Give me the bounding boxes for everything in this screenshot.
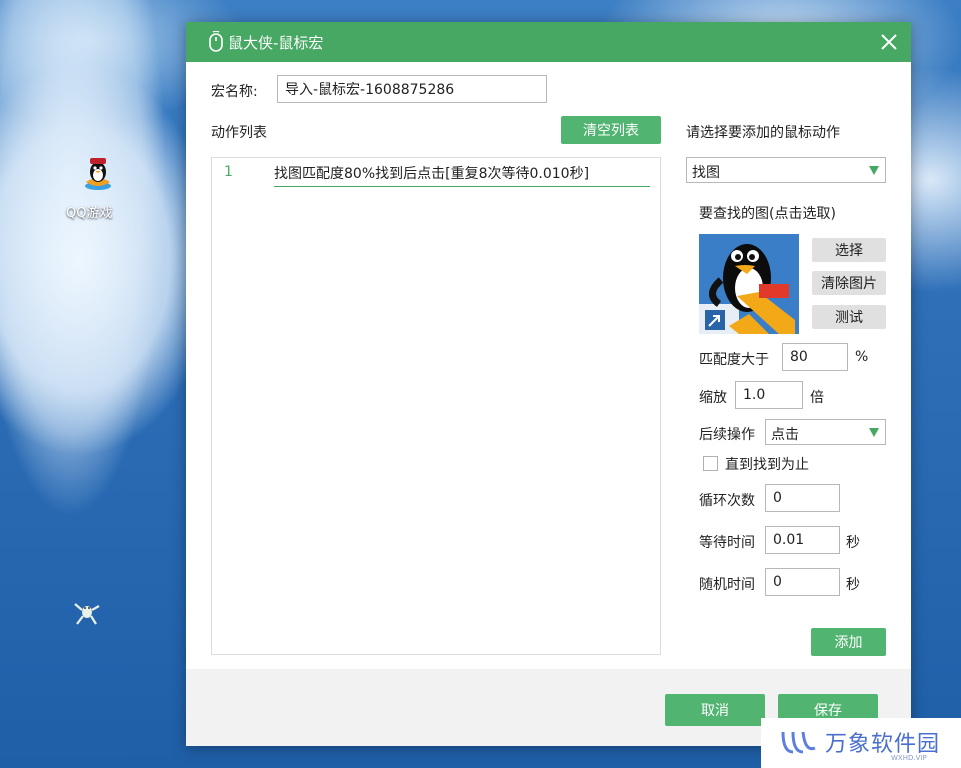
- loop-count-input[interactable]: [765, 484, 840, 512]
- follow-action-label: 后续操作: [699, 427, 755, 443]
- until-found-label: 直到找到为止: [725, 457, 809, 473]
- choose-action-label: 请选择要添加的鼠标动作: [686, 125, 840, 141]
- desktop-icon-qq-game[interactable]: QQ游戏: [66, 156, 130, 221]
- mouse-icon: [209, 31, 223, 52]
- macro-name-label: 宏名称:: [211, 84, 258, 100]
- wait-time-label: 等待时间: [699, 535, 755, 551]
- watermark: 万象软件园 WXHD.VIP: [761, 718, 961, 768]
- match-label: 匹配度大于: [699, 352, 769, 368]
- macro-name-input[interactable]: [277, 75, 547, 103]
- dialog-titlebar: 鼠大侠-鼠标宏: [186, 22, 911, 62]
- random-time-label: 随机时间: [699, 577, 755, 593]
- scale-unit: 倍: [810, 390, 824, 406]
- clear-list-button[interactable]: 清空列表: [561, 116, 661, 144]
- random-time-input[interactable]: [765, 568, 840, 596]
- qq-penguin-image: [699, 234, 799, 334]
- action-list-label: 动作列表: [211, 125, 267, 141]
- cancel-button[interactable]: 取消: [665, 694, 765, 726]
- scale-label: 缩放: [699, 390, 727, 406]
- watermark-subtext: WXHD.VIP: [891, 754, 927, 762]
- list-item[interactable]: 1 找图匹配度80%找到后点击[重复8次等待0.010秒]: [212, 158, 660, 188]
- wait-time-unit: 秒: [846, 535, 860, 551]
- dialog-title: 鼠大侠-鼠标宏: [228, 34, 324, 52]
- close-icon[interactable]: [879, 32, 899, 52]
- random-time-unit: 秒: [846, 577, 860, 593]
- add-button[interactable]: 添加: [811, 628, 886, 656]
- wait-time-input[interactable]: [765, 526, 840, 554]
- chevron-down-icon: [869, 428, 879, 437]
- list-item-text: 找图匹配度80%找到后点击[重复8次等待0.010秒]: [274, 163, 650, 187]
- list-item-number: 1: [224, 164, 233, 180]
- follow-action-select[interactable]: 点击: [765, 419, 886, 445]
- until-found-checkbox[interactable]: [703, 456, 718, 471]
- clear-image-button[interactable]: 清除图片: [812, 271, 886, 295]
- select-image-button[interactable]: 选择: [812, 238, 886, 262]
- action-type-value: 找图: [692, 165, 720, 181]
- watermark-logo-icon: [781, 731, 816, 754]
- test-button[interactable]: 测试: [812, 305, 886, 329]
- action-list[interactable]: 1 找图匹配度80%找到后点击[重复8次等待0.010秒]: [211, 157, 661, 655]
- find-image-label: 要查找的图(点击选取): [699, 206, 836, 222]
- match-unit: %: [855, 349, 869, 365]
- match-input[interactable]: [782, 343, 848, 371]
- follow-action-value: 点击: [771, 427, 799, 443]
- loop-count-label: 循环次数: [699, 493, 755, 509]
- scale-input[interactable]: [735, 381, 803, 409]
- action-type-select[interactable]: 找图: [686, 157, 886, 183]
- qq-game-icon: [78, 156, 118, 196]
- desktop-icon-label: QQ游戏: [66, 206, 113, 221]
- macro-dialog: 鼠大侠-鼠标宏 宏名称: 动作列表 清空列表 1 找图匹配度80%找到后点击[重…: [186, 22, 911, 746]
- target-image-preview[interactable]: [699, 234, 799, 334]
- frog-icon: [74, 603, 100, 625]
- chevron-down-icon: [869, 166, 879, 175]
